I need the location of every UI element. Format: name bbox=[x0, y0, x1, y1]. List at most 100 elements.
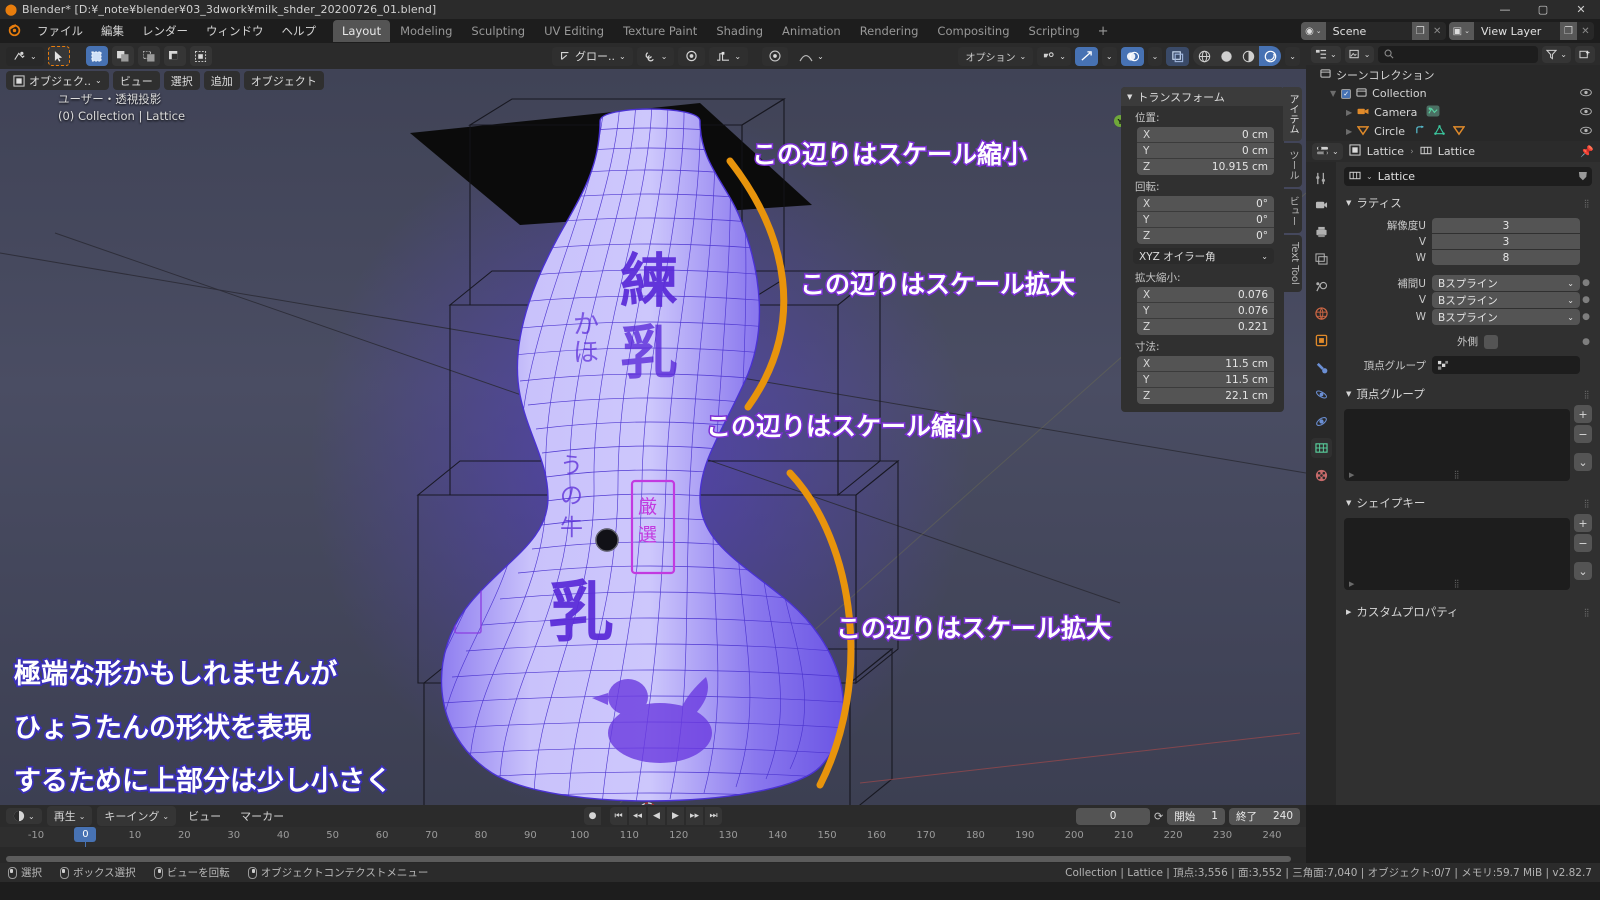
viewlayer-selector[interactable]: ▣ ⌄ View Layer ❐ ✕ bbox=[1448, 22, 1594, 40]
tab-object-data[interactable] bbox=[1310, 438, 1332, 458]
outliner-row-circle[interactable]: ▶ Circle bbox=[1306, 122, 1600, 141]
collection-checkbox[interactable]: ✓ bbox=[1341, 88, 1352, 99]
breadcrumb-data-name[interactable]: Lattice bbox=[1438, 145, 1475, 158]
modifier-icon[interactable] bbox=[1415, 124, 1426, 139]
gizmo-toggle[interactable] bbox=[1074, 46, 1098, 66]
shape-keys-listbox[interactable]: ▶ ⣿ bbox=[1344, 518, 1570, 590]
timeline-horizontal-scrollbar[interactable] bbox=[6, 856, 1291, 862]
menu-render[interactable]: レンダー bbox=[133, 20, 197, 42]
tab-layout[interactable]: Layout bbox=[333, 20, 391, 42]
shield-icon[interactable]: ⛊ bbox=[1579, 170, 1587, 184]
resolution-u-row[interactable]: 解像度U 3 bbox=[1344, 218, 1592, 233]
scale-x-field[interactable]: X 0.076 bbox=[1137, 287, 1274, 303]
outliner-row-collection[interactable]: ▼ ✓ Collection bbox=[1306, 84, 1600, 103]
tab-compositing[interactable]: Compositing bbox=[928, 20, 1018, 42]
viewport-menu-object[interactable]: オブジェクト bbox=[243, 71, 324, 90]
lattice-panel-header[interactable]: ▼ ラティス ⣿ bbox=[1344, 192, 1592, 214]
tab-view-layer[interactable] bbox=[1311, 249, 1332, 269]
viewlayer-duplicate-button[interactable]: ❐ bbox=[1560, 22, 1577, 40]
location-x-field[interactable]: X 0 cm bbox=[1137, 127, 1274, 143]
scale-z-field[interactable]: Z 0.221 bbox=[1137, 319, 1274, 335]
overlays-dropdown[interactable]: ⌄ bbox=[1147, 46, 1163, 66]
visibility-eye-icon[interactable] bbox=[1580, 88, 1592, 100]
sync-icon[interactable]: ⟳ bbox=[1154, 810, 1163, 823]
rotation-mode-dropdown[interactable]: XYZ オイラー角 ⌄ bbox=[1133, 248, 1274, 264]
timeline-ruler[interactable]: -10 0 10 20 30 40 50 60 70 80 90 100 110 120 130 140 150… bbox=[0, 827, 1306, 866]
mesh-data-icon[interactable] bbox=[1434, 124, 1445, 139]
npanel-transform-header[interactable]: ▼ トランスフォーム bbox=[1121, 87, 1284, 106]
blender-logo-icon[interactable] bbox=[0, 22, 28, 41]
tab-sculpting[interactable]: Sculpting bbox=[462, 20, 534, 42]
viewlayer-name[interactable]: View Layer bbox=[1474, 25, 1560, 38]
tab-texture-paint[interactable]: Texture Paint bbox=[614, 20, 706, 42]
location-z-field[interactable]: Z 10.915 cm bbox=[1137, 159, 1274, 175]
frame-end-field[interactable]: 終了 240 bbox=[1228, 807, 1300, 825]
scene-name[interactable]: Scene bbox=[1326, 25, 1412, 38]
chevron-right-icon[interactable]: ▶ bbox=[1346, 108, 1352, 117]
chevron-down-icon[interactable]: ⌄ bbox=[1366, 172, 1373, 181]
visibility-eye-icon[interactable] bbox=[1580, 126, 1592, 138]
tab-physics[interactable] bbox=[1311, 384, 1332, 404]
select-intersect-button[interactable] bbox=[189, 46, 212, 66]
window-close-button[interactable]: ✕ bbox=[1562, 0, 1600, 19]
proportional-falloff-dropdown[interactable]: ⌄ bbox=[709, 46, 749, 66]
viewport-menu-select[interactable]: 選択 bbox=[163, 71, 200, 90]
tab-tool[interactable] bbox=[1311, 168, 1332, 188]
select-invert-button[interactable] bbox=[163, 46, 186, 66]
outliner-row-camera[interactable]: ▶ Camera bbox=[1306, 103, 1600, 122]
tab-rendering[interactable]: Rendering bbox=[851, 20, 928, 42]
timeline-playhead[interactable]: 0 bbox=[74, 827, 97, 842]
select-set-button[interactable] bbox=[85, 46, 108, 66]
tab-modifiers[interactable] bbox=[1311, 357, 1332, 377]
animate-dot-icon[interactable]: ● bbox=[1580, 295, 1592, 305]
interpolation-u-row[interactable]: 補間U Bスプライン ⌄ ● bbox=[1344, 275, 1592, 291]
listbox-grip-icon[interactable]: ⣿ bbox=[1454, 470, 1461, 479]
npanel-tab-tool[interactable]: ツール bbox=[1283, 143, 1302, 187]
menu-window[interactable]: ウィンドウ bbox=[197, 20, 273, 42]
resolution-w-row[interactable]: W 8 bbox=[1344, 250, 1592, 265]
tab-scene[interactable] bbox=[1311, 276, 1332, 296]
properties-editor-type-dropdown[interactable]: ⌄ bbox=[1312, 143, 1343, 160]
tab-uv-editing[interactable]: UV Editing bbox=[535, 20, 613, 42]
shading-wireframe-button[interactable] bbox=[1193, 46, 1215, 66]
shading-material-button[interactable] bbox=[1237, 46, 1259, 66]
outliner-new-collection-button[interactable] bbox=[1575, 45, 1595, 63]
timeline-menu-marker[interactable]: マーカー bbox=[233, 806, 291, 826]
vertex-groups-listbox[interactable]: ▶ ⣿ bbox=[1344, 409, 1570, 481]
rotation-z-field[interactable]: Z 0° bbox=[1137, 228, 1274, 244]
location-y-field[interactable]: Y 0 cm bbox=[1137, 143, 1274, 159]
expand-triangle-icon[interactable]: ▶ bbox=[1349, 580, 1354, 588]
shading-solid-button[interactable] bbox=[1215, 46, 1237, 66]
tab-shading[interactable]: Shading bbox=[707, 20, 772, 42]
outliner-editor-type-dropdown[interactable]: ⌄ bbox=[1311, 45, 1341, 63]
rotation-x-field[interactable]: X 0° bbox=[1137, 196, 1274, 212]
vertex-group-specials-button[interactable]: ⌄ bbox=[1574, 453, 1592, 471]
vertex-group-row[interactable]: 頂点グループ bbox=[1344, 356, 1592, 374]
visibility-dropdown[interactable]: ⌄ bbox=[1037, 46, 1071, 66]
shape-keys-panel-header[interactable]: ▼ シェイプキー ⣿ bbox=[1344, 492, 1592, 514]
tab-material[interactable] bbox=[1311, 465, 1332, 485]
properties-editor[interactable]: ⌄ Lattice › Lattice 📌 ⌄ Lattice ⛊ ▼ ラティス… bbox=[1306, 141, 1600, 805]
window-minimize-button[interactable]: — bbox=[1486, 0, 1524, 19]
shape-key-specials-button[interactable]: ⌄ bbox=[1574, 562, 1592, 580]
lattice-id-name-field[interactable]: ⌄ Lattice ⛊ bbox=[1344, 167, 1592, 186]
outliner-search-input[interactable] bbox=[1378, 45, 1539, 63]
npanel-tab-item[interactable]: アイテム bbox=[1283, 87, 1302, 141]
timeline-track[interactable] bbox=[0, 847, 1306, 863]
tab-render[interactable] bbox=[1311, 195, 1332, 215]
npanel-tab-view[interactable]: ビュー bbox=[1283, 189, 1302, 233]
outliner-filter-dropdown[interactable]: ⌄ bbox=[1542, 45, 1571, 63]
dimension-z-field[interactable]: Z 22.1 cm bbox=[1137, 388, 1274, 404]
tab-scripting[interactable]: Scripting bbox=[1020, 20, 1089, 42]
timeline-menu-view[interactable]: ビュー bbox=[181, 806, 228, 826]
shading-rendered-button[interactable] bbox=[1259, 46, 1282, 66]
overlays-toggle[interactable] bbox=[1120, 46, 1144, 66]
interpolation-v-row[interactable]: V Bスプライン ⌄ ● bbox=[1344, 292, 1592, 308]
transform-orientation-dropdown[interactable]: グロー.. ⌄ bbox=[552, 46, 633, 66]
menu-file[interactable]: ファイル bbox=[28, 20, 92, 42]
falloff-curve-dropdown[interactable]: ⌄ bbox=[792, 47, 831, 66]
rotation-y-field[interactable]: Y 0° bbox=[1137, 212, 1274, 228]
add-vertex-group-button[interactable]: + bbox=[1574, 405, 1592, 423]
tab-object[interactable] bbox=[1311, 330, 1332, 350]
visibility-eye-icon[interactable] bbox=[1580, 107, 1592, 119]
